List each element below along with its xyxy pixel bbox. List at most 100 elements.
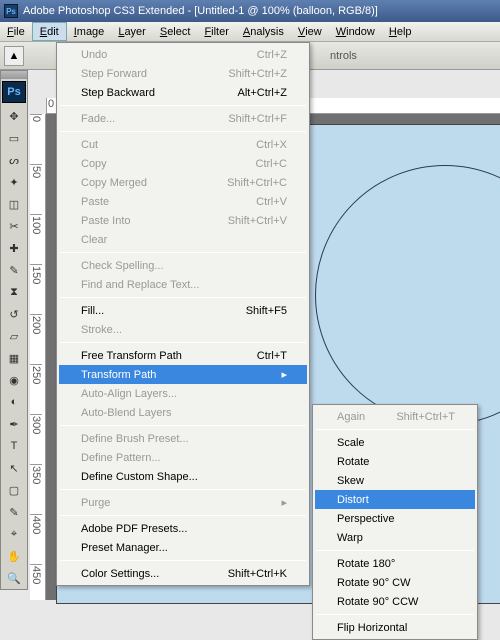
rect-tool[interactable]: ▢ xyxy=(2,479,26,501)
transform-scale[interactable]: Scale xyxy=(315,433,475,452)
transform-distort[interactable]: Distort xyxy=(315,490,475,509)
menu-item-label: Fill... xyxy=(81,305,222,317)
menu-item-label: Scale xyxy=(337,437,455,449)
edit-step-backward[interactable]: Step BackwardAlt+Ctrl+Z xyxy=(59,83,307,102)
dodge-tool[interactable]: ◐ xyxy=(2,391,26,413)
menu-item-shortcut: Shift+Ctrl+F xyxy=(228,113,287,125)
edit-preset-manager[interactable]: Preset Manager... xyxy=(59,538,307,557)
heal-tool[interactable]: ✚ xyxy=(2,237,26,259)
transform-warp[interactable]: Warp xyxy=(315,528,475,547)
menu-item-shortcut: Ctrl+T xyxy=(257,350,287,362)
menu-layer[interactable]: Layer xyxy=(111,22,153,41)
transform-separator xyxy=(316,429,474,430)
menu-item-label: Clear xyxy=(81,234,287,246)
transform-rotate-90-ccw[interactable]: Rotate 90° CCW xyxy=(315,592,475,611)
menu-item-label: Auto-Blend Layers xyxy=(81,407,287,419)
wand-tool[interactable]: ✦ xyxy=(2,171,26,193)
menu-item-label: Define Custom Shape... xyxy=(81,471,287,483)
edit-free-transform-path[interactable]: Free Transform PathCtrl+T xyxy=(59,346,307,365)
crop-tool[interactable]: ◫ xyxy=(2,193,26,215)
menu-item-label: Undo xyxy=(81,49,233,61)
menu-item-shortcut: Ctrl+X xyxy=(256,139,287,151)
menu-image[interactable]: Image xyxy=(67,22,112,41)
edit-transform-path[interactable]: Transform Path▸ xyxy=(59,365,307,384)
menu-item-label: Stroke... xyxy=(81,324,287,336)
blur-tool[interactable]: ◉ xyxy=(2,369,26,391)
menu-item-shortcut: Ctrl+V xyxy=(256,196,287,208)
menu-item-label: Paste Into xyxy=(81,215,204,227)
menu-filter[interactable]: Filter xyxy=(197,22,235,41)
move-tool[interactable]: ✥ xyxy=(2,105,26,127)
menu-analysis[interactable]: Analysis xyxy=(236,22,291,41)
edit-define-pattern: Define Pattern... xyxy=(59,448,307,467)
transform-separator xyxy=(316,614,474,615)
menu-item-label: Rotate 180° xyxy=(337,558,455,570)
history-tool[interactable]: ↺ xyxy=(2,303,26,325)
eyedrop-tool[interactable]: ⌖ xyxy=(2,523,26,545)
move-tool-icon[interactable]: ▲ xyxy=(4,46,24,66)
edit-separator xyxy=(60,515,306,516)
edit-separator xyxy=(60,252,306,253)
menu-item-label: Auto-Align Layers... xyxy=(81,388,287,400)
options-controls-label: ntrols xyxy=(330,50,357,62)
menu-item-label: Flip Horizontal xyxy=(337,622,455,634)
menu-window[interactable]: Window xyxy=(329,22,382,41)
edit-cut: Cut Ctrl+X xyxy=(59,135,307,154)
edit-auto-align-layers: Auto-Align Layers... xyxy=(59,384,307,403)
eraser-tool[interactable]: ▱ xyxy=(2,325,26,347)
transform-separator xyxy=(316,550,474,551)
type-tool[interactable]: T xyxy=(2,435,26,457)
brush-tool[interactable]: ✎ xyxy=(2,259,26,281)
edit-define-brush-preset: Define Brush Preset... xyxy=(59,429,307,448)
menu-view[interactable]: View xyxy=(291,22,329,41)
ps-logo-button[interactable]: Ps xyxy=(2,81,26,103)
menu-item-label: Adobe PDF Presets... xyxy=(81,523,287,535)
menu-item-label: Step Backward xyxy=(81,87,213,99)
app-icon: Ps xyxy=(4,4,18,18)
pen-tool[interactable]: ✒ xyxy=(2,413,26,435)
slice-tool[interactable]: ✂ xyxy=(2,215,26,237)
notes-tool[interactable]: ✎ xyxy=(2,501,26,523)
menu-item-shortcut: Shift+Ctrl+K xyxy=(228,568,287,580)
transform-perspective[interactable]: Perspective xyxy=(315,509,475,528)
edit-define-custom-shape[interactable]: Define Custom Shape... xyxy=(59,467,307,486)
edit-color-settings[interactable]: Color Settings... Shift+Ctrl+K xyxy=(59,564,307,583)
edit-adobe-pdf-presets[interactable]: Adobe PDF Presets... xyxy=(59,519,307,538)
menu-edit[interactable]: Edit xyxy=(32,22,67,41)
menu-item-shortcut: Ctrl+C xyxy=(256,158,287,170)
marquee-tool[interactable]: ▭ xyxy=(2,127,26,149)
transform-rotate-180[interactable]: Rotate 180° xyxy=(315,554,475,573)
transform-flip-horizontal[interactable]: Flip Horizontal xyxy=(315,618,475,637)
path-tool[interactable]: ↖ xyxy=(2,457,26,479)
edit-find-and-replace-text: Find and Replace Text... xyxy=(59,275,307,294)
menu-item-label: Find and Replace Text... xyxy=(81,279,287,291)
edit-separator xyxy=(60,489,306,490)
menu-help[interactable]: Help xyxy=(382,22,419,41)
menu-item-label: Again xyxy=(337,411,372,423)
path-curve[interactable] xyxy=(315,165,500,425)
menubar: FileEditImageLayerSelectFilterAnalysisVi… xyxy=(0,22,500,42)
palette-grip[interactable] xyxy=(1,71,27,79)
edit-fade: Fade...Shift+Ctrl+F xyxy=(59,109,307,128)
menu-item-label: Color Settings... xyxy=(81,568,204,580)
transform-skew[interactable]: Skew xyxy=(315,471,475,490)
edit-fill[interactable]: Fill...Shift+F5 xyxy=(59,301,307,320)
transform-again: AgainShift+Ctrl+T xyxy=(315,407,475,426)
menu-item-label: Transform Path xyxy=(81,369,267,381)
hand-tool[interactable]: ✋ xyxy=(2,545,26,567)
menu-item-label: Define Pattern... xyxy=(81,452,287,464)
gradient-tool[interactable]: ▦ xyxy=(2,347,26,369)
menu-item-label: Perspective xyxy=(337,513,455,525)
transform-rotate-90-cw[interactable]: Rotate 90° CW xyxy=(315,573,475,592)
transform-rotate[interactable]: Rotate xyxy=(315,452,475,471)
menu-file[interactable]: File xyxy=(0,22,32,41)
menu-item-label: Cut xyxy=(81,139,232,151)
zoom-tool[interactable]: 🔍 xyxy=(2,567,26,589)
stamp-tool[interactable]: ⧗ xyxy=(2,281,26,303)
edit-separator xyxy=(60,425,306,426)
menu-item-label: Distort xyxy=(337,494,455,506)
lasso-tool[interactable]: ᔕ xyxy=(2,149,26,171)
menu-select[interactable]: Select xyxy=(153,22,198,41)
edit-paste-into: Paste IntoShift+Ctrl+V xyxy=(59,211,307,230)
edit-separator xyxy=(60,297,306,298)
